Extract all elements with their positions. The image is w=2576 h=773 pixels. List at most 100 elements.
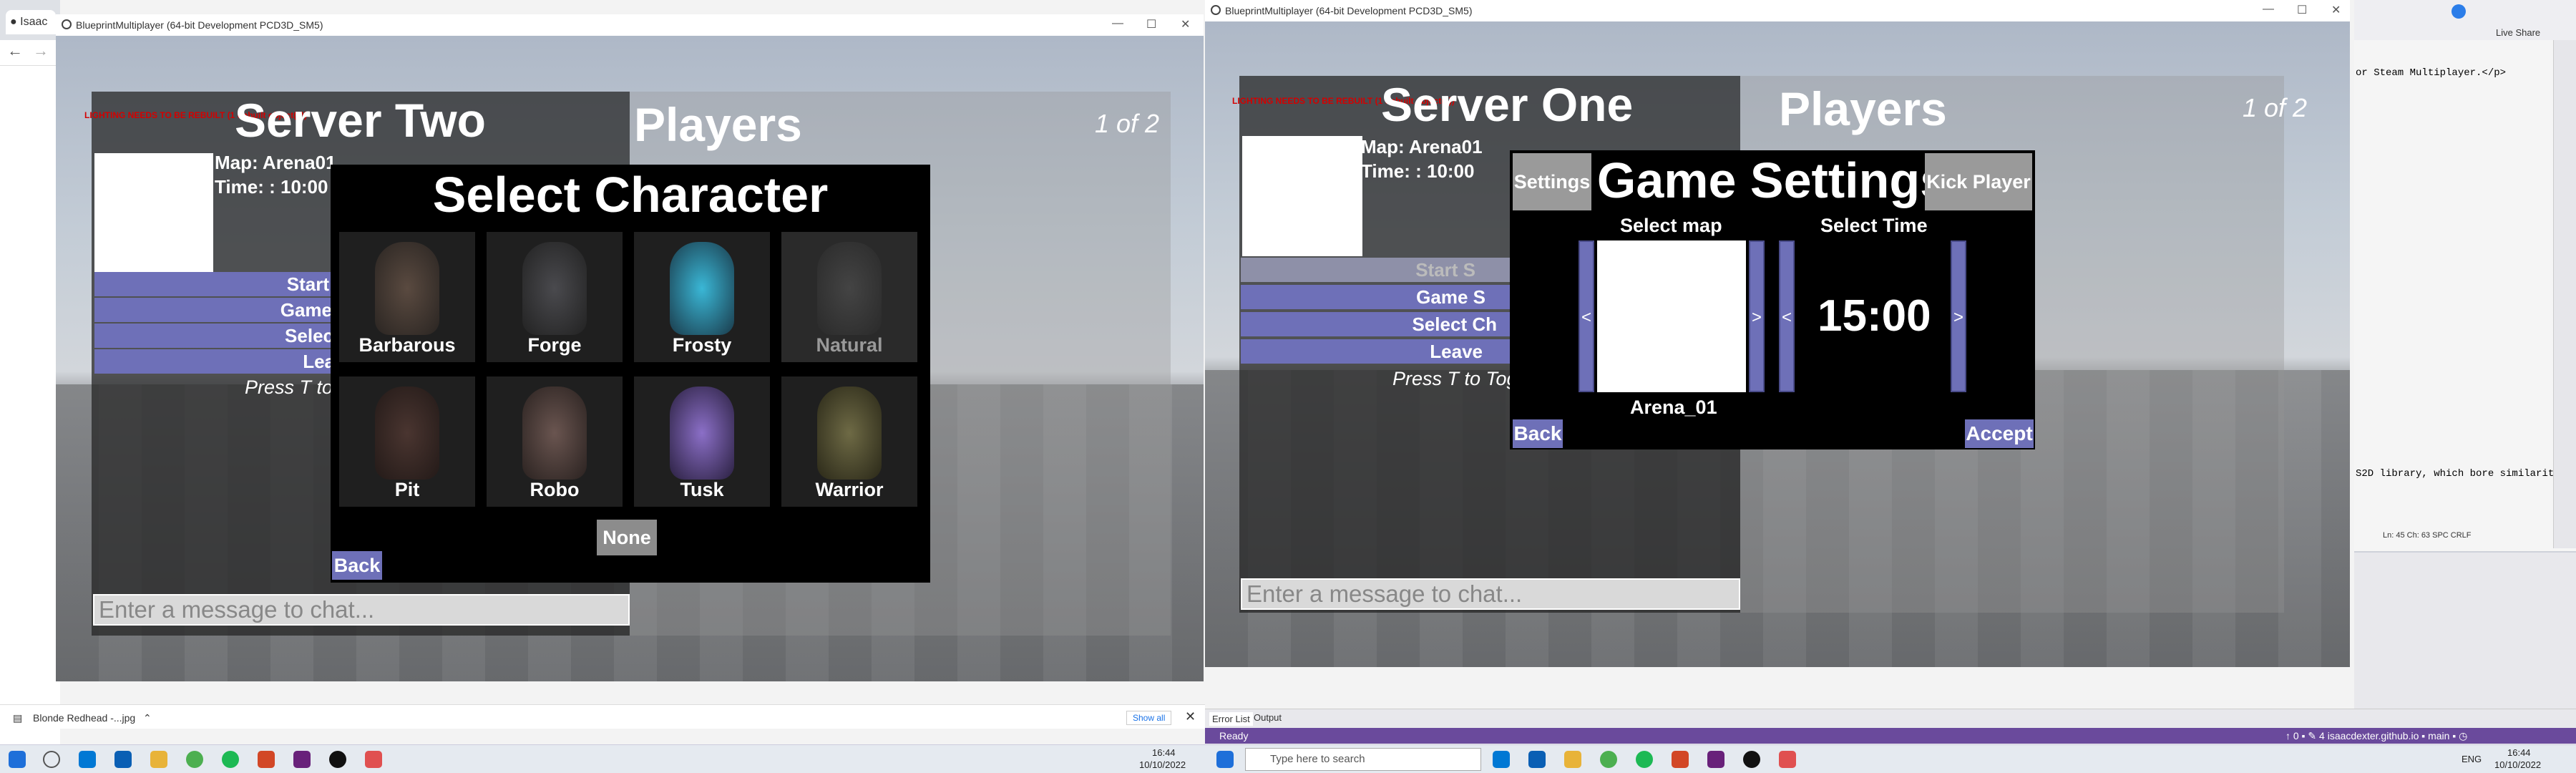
vs-bottom-tabs: Error List Output [1205, 709, 2576, 728]
browser-tab[interactable]: ● Isaac [6, 10, 56, 34]
download-item[interactable]: Blonde Redhead -...jpg [33, 712, 135, 724]
mail-icon[interactable] [1528, 751, 1546, 768]
powerpoint-icon[interactable] [1672, 751, 1689, 768]
clock-time: 16:44 [2507, 747, 2531, 758]
arrow-left-icon[interactable]: ← [7, 42, 23, 60]
spotify-icon[interactable] [222, 751, 239, 768]
close-icon[interactable]: ✕ [1181, 17, 1190, 31]
players-title: Players [634, 98, 802, 151]
time-next-button[interactable]: > [1951, 240, 1966, 392]
accept-button[interactable]: Accept [1965, 419, 2034, 448]
downloads-bar: ▤ Blonde Redhead -...jpg ⌃ Show all ✕ [0, 704, 1205, 729]
show-all-button[interactable]: Show all [1126, 711, 1172, 725]
unreal-icon [1211, 5, 1221, 15]
folder-icon[interactable] [1564, 751, 1581, 768]
windows-start-icon[interactable] [1216, 751, 1234, 768]
barbarous-portrait [375, 242, 439, 335]
chat-input[interactable]: Enter a message to chat... [1241, 578, 1740, 610]
edge-icon[interactable] [1493, 751, 1510, 768]
time-text: Time: : 10:00 [1361, 160, 1475, 182]
select-time-label: Select Time [1820, 215, 1928, 236]
close-icon[interactable]: ✕ [1185, 709, 1196, 724]
character-name: Pit [394, 479, 420, 500]
chevron-up-icon[interactable]: ⌃ [143, 712, 152, 724]
taskbar-search-input[interactable]: Type here to search [1245, 748, 1481, 771]
clock-time: 16:44 [1152, 747, 1176, 758]
game-window-left: BlueprintMultiplayer (64-bit Development… [56, 14, 1204, 681]
map-name: Arena_01 [1630, 397, 1717, 418]
tab-error-list[interactable]: Error List [1209, 712, 1253, 726]
edge-icon[interactable] [79, 751, 96, 768]
character-card-pit[interactable]: Pit [339, 376, 475, 507]
language-indicator[interactable]: ENG [2462, 754, 2482, 764]
window-title: BlueprintMultiplayer (64-bit Development… [76, 19, 323, 31]
character-card-forge[interactable]: Forge [487, 232, 623, 362]
mail-icon[interactable] [114, 751, 132, 768]
warrior-portrait [817, 386, 882, 480]
time-prev-button[interactable]: < [1779, 240, 1795, 392]
maximize-icon[interactable]: ☐ [1146, 17, 1156, 31]
tab-output[interactable]: Output [1254, 712, 1282, 723]
character-card-frosty[interactable]: Frosty [634, 232, 770, 362]
powerpoint-icon[interactable] [258, 751, 275, 768]
back-button[interactable]: Back [332, 551, 382, 580]
window-title: BlueprintMultiplayer (64-bit Development… [1225, 5, 1473, 16]
chat-input[interactable]: Enter a message to chat... [93, 594, 630, 626]
account-icon[interactable] [2451, 4, 2466, 19]
chat-hint: Press T to [245, 376, 333, 398]
character-card-tusk[interactable]: Tusk [634, 376, 770, 507]
map-next-button[interactable]: > [1749, 240, 1765, 392]
back-button[interactable]: Back [1513, 419, 1563, 448]
live-share-button[interactable]: Live Share [2496, 27, 2540, 38]
character-card-barbarous[interactable]: Barbarous [339, 232, 475, 362]
unreal-engine-icon[interactable] [1743, 751, 1760, 768]
browser-tab-strip: ● Isaac [0, 0, 60, 40]
search-icon[interactable] [43, 751, 60, 768]
map-prev-button[interactable]: < [1579, 240, 1594, 392]
clock-date: 10/10/2022 [1139, 759, 1186, 770]
none-button[interactable]: None [597, 520, 657, 555]
visual-studio-icon[interactable] [293, 751, 311, 768]
select-map-label: Select map [1620, 215, 1722, 236]
game-app-icon[interactable] [1779, 751, 1796, 768]
minimize-icon[interactable]: — [2263, 3, 2274, 16]
select-character-dialog: Select Character Barbarous Forge Frosty … [331, 165, 930, 583]
robo-portrait [522, 386, 587, 480]
character-name: Frosty [672, 334, 732, 356]
game-app-icon[interactable] [365, 751, 382, 768]
cursor-position: Ln: 45 Ch: 63 SPC CRLF [2383, 531, 2472, 540]
character-card-natural[interactable]: Natural [781, 232, 917, 362]
close-icon[interactable]: ✕ [2331, 3, 2341, 17]
character-card-robo[interactable]: Robo [487, 376, 623, 507]
vs-status-bar: Ready ↑ 0 ▪ ✎ 4 isaacdexter.github.io ▪ … [1205, 728, 2576, 744]
map-preview [1242, 136, 1362, 256]
browser-window [0, 0, 60, 744]
page-indicator: 1 of 2 [1095, 109, 1160, 138]
spotify-icon[interactable] [1636, 751, 1653, 768]
visual-studio-icon[interactable] [1707, 751, 1724, 768]
code-line: S2D library, which bore similarit [2356, 468, 2555, 480]
game-viewport: LIGHTING NEEDS TO BE REBUILT (1 unbuilt … [1205, 21, 2350, 667]
character-card-warrior[interactable]: Warrior [781, 376, 917, 507]
tusk-portrait [670, 386, 734, 480]
windows-start-icon[interactable] [9, 751, 26, 768]
folder-icon[interactable] [150, 751, 167, 768]
character-name: Barbarous [358, 334, 456, 356]
status-right: ↑ 0 ▪ ✎ 4 isaacdexter.github.io ▪ main ▪… [2285, 730, 2468, 742]
status-ready: Ready [1219, 730, 1249, 742]
unreal-icon [62, 19, 72, 29]
kick-player-tab[interactable]: Kick Player [1925, 153, 2032, 210]
chrome-icon[interactable] [186, 751, 203, 768]
players-title: Players [1779, 82, 1947, 135]
chrome-icon[interactable] [1600, 751, 1617, 768]
time-text: Time: : 10:00 [215, 176, 328, 198]
minimize-icon[interactable]: — [1112, 17, 1123, 30]
pit-portrait [375, 386, 439, 480]
maximize-icon[interactable]: ☐ [2297, 3, 2307, 17]
vs-side-toolbar [2553, 40, 2576, 548]
arrow-right-icon[interactable]: → [33, 42, 49, 60]
code-line: or Steam Multiplayer.</p> [2356, 67, 2507, 79]
server-name: Server Two [235, 94, 486, 147]
map-preview-large [1597, 240, 1746, 392]
unreal-engine-icon[interactable] [329, 751, 346, 768]
